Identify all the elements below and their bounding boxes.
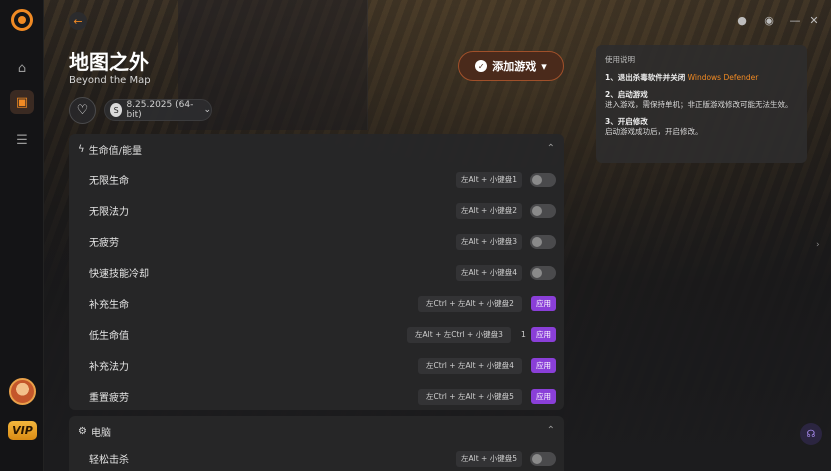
back-arrow-icon: ← <box>73 14 83 28</box>
cheat-toggle[interactable] <box>530 234 556 249</box>
version-label: 8.25.2025 (64-bit) <box>126 100 194 120</box>
cheat-label: 无限生命 <box>89 176 129 187</box>
chevron-right-icon[interactable]: › <box>816 240 828 254</box>
chevron-down-icon: ⌄ <box>203 105 211 115</box>
cheat-label: 无疲劳 <box>89 238 119 249</box>
section-title: 生命值/能量 <box>88 145 142 157</box>
chevron-up-icon[interactable]: ⌃ <box>547 143 555 154</box>
cheat-row: 补充生命 左Ctrl + 左Alt + 小键盘2 应用 <box>69 288 564 319</box>
step3-text: 启动游戏成功后，开启修改。 <box>605 127 703 136</box>
cheat-toggle[interactable] <box>530 451 556 466</box>
cheat-label: 补充生命 <box>89 300 129 311</box>
version-select[interactable]: S 8.25.2025 (64-bit) ⌄ <box>104 99 212 121</box>
hotkey-badge: 左Alt + 小键盘5 <box>456 450 522 467</box>
home-icon[interactable]: ⌂ <box>10 56 34 80</box>
heart-icon: ♡ <box>76 103 89 118</box>
cheat-label: 补充法力 <box>89 362 129 373</box>
app-logo-icon[interactable] <box>11 9 33 31</box>
chevron-up-icon[interactable]: ⌃ <box>547 425 555 436</box>
cheat-row: 无限法力 左Alt + 小键盘2 <box>69 195 564 226</box>
hotkey-badge: 左Ctrl + 左Alt + 小键盘2 <box>418 295 522 312</box>
apply-button[interactable]: 应用 <box>531 296 556 311</box>
avatar[interactable] <box>9 378 36 405</box>
instructions-panel: 使用说明 1、退出杀毒软件并关闭 Windows Defender 2、启动游戏… <box>596 45 807 163</box>
hotkey-badge: 左Alt + 小键盘2 <box>456 202 522 219</box>
hotkey-badge: 左Alt + 小键盘4 <box>456 264 522 281</box>
section-header[interactable]: ϟ 生命值/能量 ⌃ <box>69 134 564 164</box>
hotkey-badge: 左Alt + 小键盘1 <box>456 171 522 188</box>
headset-icon[interactable]: ☊ <box>800 423 822 445</box>
section-title: 电脑 <box>90 427 111 439</box>
step1-highlight: Windows Defender <box>687 73 759 82</box>
hotkey-badge: 左Alt + 小键盘3 <box>456 233 522 250</box>
apply-button[interactable]: 应用 <box>531 358 556 373</box>
library-icon[interactable]: ☰ <box>10 128 34 152</box>
close-icon[interactable]: ✕ <box>806 12 822 28</box>
cheat-label: 无限法力 <box>89 207 129 218</box>
cheat-label: 快速技能冷却 <box>89 269 149 280</box>
add-game-button[interactable]: ✓ 添加游戏 ▾ <box>458 51 564 81</box>
hotkey-badge: 左Alt + 左Ctrl + 小键盘3 <box>407 326 511 343</box>
game-subtitle: Beyond the Map <box>69 75 151 86</box>
cheat-label: 重置疲劳 <box>89 393 129 404</box>
cheat-section-health: ϟ 生命值/能量 ⌃ 无限生命 左Alt + 小键盘1 无限法力 左Alt + … <box>69 134 564 410</box>
add-game-icon: ✓ <box>475 60 488 72</box>
vip-badge[interactable]: VIP <box>8 421 37 440</box>
gamepad-icon[interactable]: ▣ <box>10 90 34 114</box>
settings-icon[interactable]: ● <box>734 12 750 28</box>
step1-title: 1、退出杀毒软件并关闭 <box>605 73 686 82</box>
cheat-row: 无限生命 左Alt + 小键盘1 <box>69 164 564 195</box>
lightning-icon: ϟ <box>78 143 85 155</box>
hotkey-badge: 左Ctrl + 左Alt + 小键盘5 <box>418 388 522 405</box>
minimize-icon[interactable]: — <box>787 12 803 28</box>
cheat-row: 快速技能冷却 左Alt + 小键盘4 <box>69 257 564 288</box>
back-button[interactable]: ← <box>69 12 87 30</box>
cheat-row: 补充法力 左Ctrl + 左Alt + 小键盘4 应用 <box>69 350 564 381</box>
game-title: 地图之外 <box>69 50 149 74</box>
step2-title: 2、启动游戏 <box>605 90 648 99</box>
steam-icon: S <box>110 103 123 117</box>
favorite-button[interactable]: ♡ <box>69 97 96 124</box>
hotkey-badge: 左Ctrl + 左Alt + 小键盘4 <box>418 357 522 374</box>
apply-button[interactable]: 应用 <box>531 327 556 342</box>
cheat-row: 轻松击杀 左Alt + 小键盘5 <box>69 446 564 471</box>
step3-title: 3、开启修改 <box>605 117 648 126</box>
instructions-heading: 使用说明 <box>605 55 635 64</box>
cheat-label: 轻松击杀 <box>89 455 129 466</box>
section-header[interactable]: ⚙ 电脑 ⌃ <box>69 416 564 446</box>
cheat-label: 低生命值 <box>89 331 129 342</box>
cheat-row: 重置疲劳 左Ctrl + 左Alt + 小键盘5 应用 <box>69 381 564 412</box>
apply-button[interactable]: 应用 <box>531 389 556 404</box>
add-game-label: 添加游戏 <box>492 60 537 73</box>
cpu-icon: ⚙ <box>78 425 87 437</box>
cheat-toggle[interactable] <box>530 203 556 218</box>
cheat-row: 低生命值 左Alt + 左Ctrl + 小键盘3 1 应用 <box>69 319 564 350</box>
cheat-toggle[interactable] <box>530 172 556 187</box>
record-icon[interactable]: ◉ <box>761 12 777 28</box>
cheat-section-computer: ⚙ 电脑 ⌃ 轻松击杀 左Alt + 小键盘5 <box>69 416 564 471</box>
cheat-row: 无疲劳 左Alt + 小键盘3 <box>69 226 564 257</box>
cheat-toggle[interactable] <box>530 265 556 280</box>
step2-text: 进入游戏，需保持单机；非正版游戏修改可能无法生效。 <box>605 100 793 109</box>
value-input[interactable]: 1 <box>521 330 526 339</box>
chevron-down-icon: ▾ <box>541 59 547 73</box>
sidebar: ⌂ ▣ ☰ VIP <box>0 0 44 471</box>
